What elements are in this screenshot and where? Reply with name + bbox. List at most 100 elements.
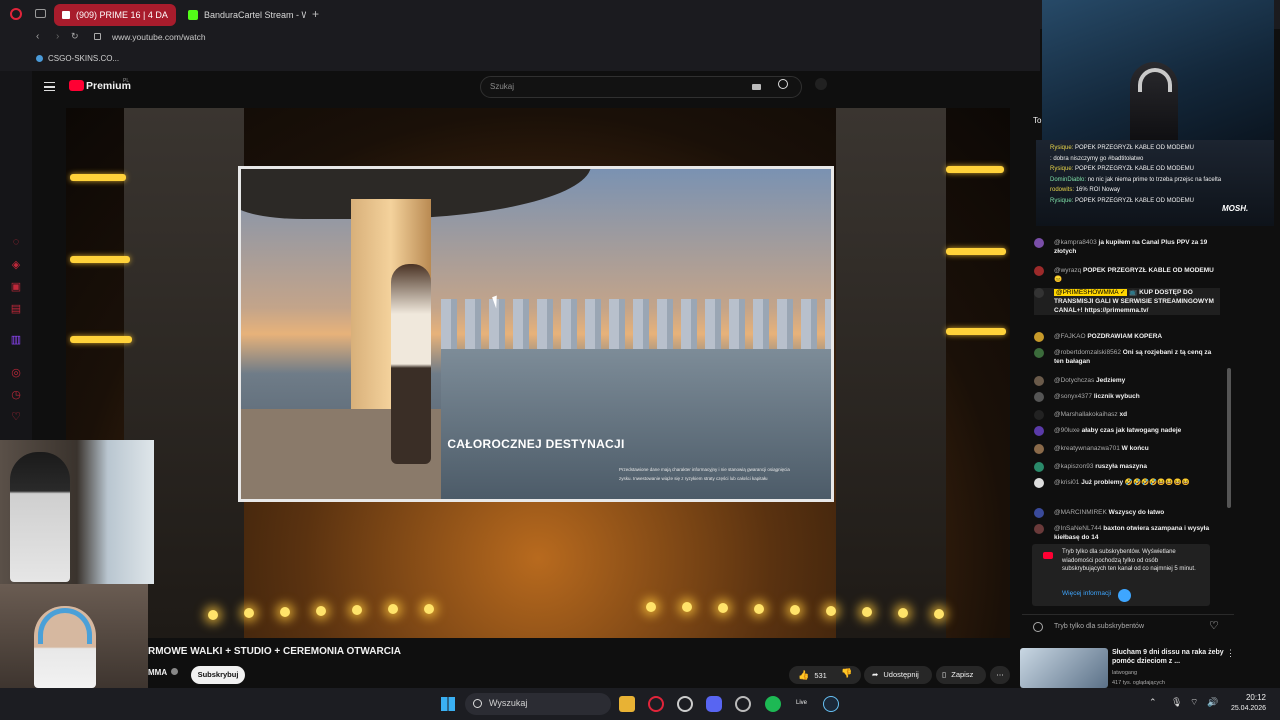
tray-chevron-icon[interactable]: ⌃ bbox=[1149, 697, 1157, 708]
chat-message[interactable]: @robertdomzalski8562 Oni są rozjebani z … bbox=[1034, 348, 1220, 366]
chat-message[interactable]: @kampra8403 ja kupiłem na Canal Plus PPV… bbox=[1034, 238, 1220, 256]
avatar[interactable] bbox=[1034, 478, 1044, 488]
chat-author[interactable]: @Dotychczas bbox=[1054, 377, 1094, 384]
steam-icon[interactable] bbox=[823, 696, 839, 712]
chat-message[interactable]: @MARCINMIREK Wszyscy do łatwo bbox=[1034, 508, 1220, 518]
chat-message[interactable]: @sonyx4377 licznik wybuch bbox=[1034, 392, 1220, 402]
mic-tray-icon[interactable]: 🎙 bbox=[1171, 697, 1182, 708]
chat-author[interactable]: @robertdomzalski8562 bbox=[1054, 349, 1121, 356]
avatar[interactable] bbox=[1034, 508, 1044, 518]
chat-message[interactable]: @90luxe ałaby czas jak łatwogang nadeje bbox=[1034, 426, 1220, 436]
sidebar-clock-icon[interactable]: ◷ bbox=[10, 389, 22, 401]
video-player[interactable]: CAŁOROCZNEJ DESTYNACJI Przedstawione dan… bbox=[66, 108, 1010, 638]
chat-message[interactable]: @FAJKAO POZDRAWIAM KOPERA bbox=[1034, 332, 1220, 342]
heart-icon[interactable]: ♡ bbox=[1209, 619, 1219, 632]
sidebar-heart-icon[interactable]: ♡ bbox=[10, 411, 22, 423]
related-thumbnail bbox=[1020, 648, 1108, 688]
opera-icon[interactable] bbox=[648, 696, 664, 712]
taskbar-search[interactable]: Wyszukaj bbox=[465, 693, 611, 715]
chat-author[interactable]: @wyrazq bbox=[1054, 267, 1081, 274]
avatar[interactable] bbox=[1034, 376, 1044, 386]
chat-author[interactable]: @MARCINMIREK bbox=[1054, 509, 1107, 516]
more-actions-icon[interactable]: ⋯ bbox=[990, 666, 1010, 684]
forward-icon[interactable]: › bbox=[56, 31, 59, 42]
tab-list-icon[interactable] bbox=[35, 9, 46, 18]
avatar[interactable] bbox=[1034, 332, 1044, 342]
dislike-icon[interactable]: 👎 bbox=[841, 668, 852, 679]
chat-message[interactable]: @InSaNeNL744 baxton otwiera szampana i w… bbox=[1034, 524, 1220, 542]
chat-message[interactable]: @kreatywnanazwa701 W końcu bbox=[1034, 444, 1220, 454]
sidebar-instagram-icon[interactable]: ▤ bbox=[10, 303, 22, 315]
url-field[interactable]: www.youtube.com/watch bbox=[112, 32, 206, 42]
opera-logo-icon[interactable] bbox=[10, 8, 22, 20]
avatar[interactable] bbox=[1034, 288, 1044, 298]
avatar[interactable] bbox=[1034, 524, 1044, 534]
related-channel: latwogang bbox=[1112, 670, 1138, 676]
game-icon[interactable] bbox=[735, 696, 751, 712]
chat-author[interactable]: @kampra8403 bbox=[1054, 239, 1097, 246]
chat-author[interactable]: @kapiszon93 bbox=[1054, 463, 1093, 470]
file-explorer-icon[interactable] bbox=[619, 696, 635, 712]
sidebar-messenger-icon[interactable]: ◈ bbox=[10, 259, 22, 271]
chat-message[interactable]: @wyrazq POPEK PRZEGRYZŁ KABLE OD MODEMU … bbox=[1034, 266, 1220, 284]
search-input[interactable]: Szukaj bbox=[480, 76, 802, 98]
related-menu-icon[interactable]: ⋮ bbox=[1226, 648, 1235, 659]
avatar[interactable] bbox=[1034, 426, 1044, 436]
channel-name[interactable]: MMA bbox=[148, 668, 167, 677]
bookmark-csgo[interactable]: CSGO-SKINS.CO... bbox=[48, 47, 119, 71]
keyboard-icon[interactable] bbox=[752, 84, 761, 90]
spotify-icon[interactable] bbox=[765, 696, 781, 712]
clock-date[interactable]: 25.04.2026 bbox=[1214, 705, 1266, 712]
reload-icon[interactable]: ↻ bbox=[71, 31, 79, 42]
scroll-down-icon[interactable] bbox=[1118, 589, 1131, 602]
tab-kick[interactable]: BanduraCartel Stream - W bbox=[182, 4, 306, 26]
chat-author[interactable]: @sonyx4377 bbox=[1054, 393, 1092, 400]
sidebar-chatgpt-icon[interactable]: ◌ bbox=[10, 236, 22, 248]
chat-author[interactable]: @krisi01 bbox=[1054, 479, 1079, 486]
chat-message[interactable]: @Dotychczas Jedziemy bbox=[1034, 376, 1220, 386]
clock-time[interactable]: 20:12 bbox=[1226, 693, 1266, 702]
mic-icon[interactable] bbox=[815, 78, 827, 90]
chat-message-body: @krisi01 Już problemy 🤣🤣🤣🤣😆😆😆😆 bbox=[1054, 478, 1220, 487]
search-icon[interactable] bbox=[778, 79, 788, 89]
chat-author[interactable]: @90luxe bbox=[1054, 427, 1080, 434]
chat-author[interactable]: @PRIMESHOWMMA ✓ bbox=[1054, 289, 1128, 296]
chat-author[interactable]: @FAJKAO bbox=[1054, 333, 1086, 340]
youtube-logo-icon[interactable] bbox=[69, 80, 84, 91]
chat-message[interactable]: @PRIMESHOWMMA ✓ 📺 KUP DOSTĘP DO TRANSMIS… bbox=[1034, 288, 1220, 315]
chat-message[interactable]: @krisi01 Już problemy 🤣🤣🤣🤣😆😆😆😆 bbox=[1034, 478, 1220, 488]
wifi-icon[interactable]: ⌔ bbox=[1190, 697, 1198, 708]
chat-notice-link[interactable]: Więcej informacji bbox=[1062, 590, 1111, 597]
chat-scrollbar[interactable] bbox=[1227, 368, 1231, 508]
new-tab-button[interactable]: + bbox=[312, 7, 319, 21]
avatar[interactable] bbox=[1034, 266, 1044, 276]
chat-input[interactable]: Tryb tylko dla subskrybentów bbox=[1054, 623, 1144, 630]
avatar[interactable] bbox=[1034, 462, 1044, 472]
stage-light bbox=[934, 609, 944, 619]
tab-prime[interactable]: (909) PRIME 16 | 4 DA bbox=[54, 4, 176, 26]
overlay-chat-text: POPEK PRZEGRYZŁ KABLE OD MODEMU bbox=[1075, 166, 1194, 172]
avatar[interactable] bbox=[1034, 238, 1044, 248]
chat-author[interactable]: @kreatywnanazwa701 bbox=[1054, 445, 1120, 452]
sidebar-twitch-icon[interactable]: ▥ bbox=[10, 334, 22, 346]
save-button[interactable]: ▯ Zapisz bbox=[936, 666, 986, 684]
discord-icon[interactable] bbox=[706, 696, 722, 712]
opera-gx-icon[interactable] bbox=[677, 696, 693, 712]
sidebar-whatsapp-icon[interactable]: ▣ bbox=[10, 281, 22, 293]
back-icon[interactable]: ‹ bbox=[36, 31, 39, 42]
windows-start-icon[interactable] bbox=[441, 697, 455, 711]
related-video[interactable]: Słucham 9 dni dissu na raka żeby pomóc d… bbox=[1018, 646, 1240, 688]
subscribe-button[interactable]: Subskrybuj bbox=[191, 666, 245, 684]
chat-message[interactable]: @Marshallakokaihasz xd bbox=[1034, 410, 1220, 420]
chat-author[interactable]: @Marshallakokaihasz bbox=[1054, 411, 1118, 418]
avatar[interactable] bbox=[1034, 392, 1044, 402]
live-app-label[interactable]: Live bbox=[796, 700, 807, 706]
chat-message[interactable]: @kapiszon93 ruszyła maszyna bbox=[1034, 462, 1220, 472]
chat-author[interactable]: @InSaNeNL744 bbox=[1054, 525, 1101, 532]
share-button[interactable]: ➦ Udostępnij bbox=[864, 666, 932, 684]
sidebar-history-icon[interactable]: ◎ bbox=[10, 367, 22, 379]
avatar[interactable] bbox=[1034, 410, 1044, 420]
avatar[interactable] bbox=[1034, 348, 1044, 358]
stage-light bbox=[280, 607, 290, 617]
avatar[interactable] bbox=[1034, 444, 1044, 454]
